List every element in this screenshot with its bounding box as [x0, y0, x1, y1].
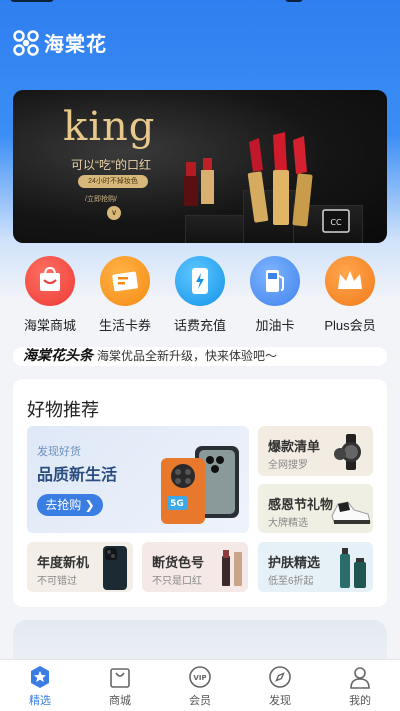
quick-label: 话费充值 — [173, 318, 226, 333]
svg-text:CC: CC — [330, 218, 342, 227]
card-title: 感恩节礼物 — [268, 497, 334, 512]
quick-label: Plus会员 — [324, 318, 376, 333]
bottom-tab-bar: 精选 商城 VIP 会员 发现 我的 — [0, 659, 400, 711]
cosmetics-image — [222, 550, 242, 586]
fuel-icon — [250, 256, 300, 306]
quick-recharge[interactable]: 话费充值 — [160, 256, 240, 334]
banner-tagline: 可以“吃”的口红 — [71, 158, 151, 172]
quick-fuel[interactable]: 加油卡 — [235, 256, 315, 334]
crown-icon — [325, 256, 375, 306]
card-title: 护肤精选 — [268, 555, 321, 570]
skincare-image — [340, 548, 366, 588]
bag-icon — [108, 665, 132, 689]
svg-text:VIP: VIP — [193, 674, 206, 682]
tab-label: 商城 — [109, 695, 131, 707]
quick-actions: 海棠商城 生活卡券 话费充值 加油卡 Plus会员 — [0, 256, 400, 336]
sneaker-image — [331, 501, 371, 524]
profile-icon — [348, 665, 372, 689]
tab-label: 发现 — [269, 695, 291, 707]
banner-headline: king — [63, 104, 156, 150]
card-sub: 大牌精选 — [268, 518, 308, 529]
iphone-image — [103, 546, 127, 590]
card-thanksgiving[interactable]: 感恩节礼物 大牌精选 — [258, 484, 373, 533]
news-brand: 海棠花头条 — [23, 348, 93, 364]
tab-member[interactable]: VIP 会员 — [160, 660, 240, 711]
quick-plus[interactable]: Plus会员 — [310, 256, 390, 334]
shopping-bag-icon — [25, 256, 75, 306]
tab-label: 精选 — [29, 695, 51, 707]
card-title: 断货色号 — [152, 555, 205, 570]
promo-banner[interactable]: king 可以“吃”的口红 24小时不掉妆色 /立即抢购/ ∨ CC — [13, 90, 387, 243]
quick-label: 海棠商城 — [23, 318, 76, 333]
phone-charge-icon — [175, 256, 225, 306]
app-logo: 海棠花 — [12, 28, 107, 57]
news-text: 海棠优品全新升级，快来体验吧～ — [97, 349, 278, 363]
section-title: 好物推荐 — [27, 400, 99, 420]
star-badge-icon — [28, 665, 52, 689]
card-new-phones[interactable]: 年度新机 不可错过 — [27, 542, 133, 592]
card-sub: 不可错过 — [37, 576, 77, 587]
card-hot-list[interactable]: 爆款清单 全网搜罗 — [258, 426, 373, 476]
app-name: 海棠花 — [44, 34, 107, 56]
quick-shop[interactable]: 海棠商城 — [10, 256, 90, 334]
vip-icon: VIP — [188, 665, 212, 689]
card-title: 爆款清单 — [268, 439, 321, 454]
card-sub: 低至6折起 — [268, 576, 314, 587]
buy-now-button[interactable]: 去抢购 ❯ — [37, 494, 103, 516]
lipstick-image: CC — [184, 132, 350, 233]
banner-pill: 24小时不掉妆色 — [78, 175, 148, 188]
feature-card[interactable]: 发现好货 品质新生活 去抢购 ❯ 5G — [27, 426, 249, 533]
card-sub: 不只是口红 — [152, 576, 202, 587]
feature-small: 发现好货 — [37, 446, 81, 458]
tab-featured[interactable]: 精选 — [0, 660, 80, 711]
status-bar — [0, 0, 400, 14]
tab-label: 会员 — [189, 695, 211, 707]
svg-text:5G: 5G — [170, 499, 184, 509]
quick-label: 生活卡券 — [98, 318, 151, 333]
ticket-icon — [100, 256, 150, 306]
compass-icon — [268, 665, 292, 689]
card-skincare[interactable]: 护肤精选 低至6折起 — [258, 542, 373, 592]
quick-label: 加油卡 — [255, 318, 295, 333]
tab-profile[interactable]: 我的 — [320, 660, 400, 711]
card-sub: 全网搜罗 — [268, 460, 308, 471]
tab-discover[interactable]: 发现 — [240, 660, 320, 711]
watch-image — [334, 434, 361, 470]
card-lipstick-shades[interactable]: 断货色号 不只是口红 — [142, 542, 248, 592]
tab-mall[interactable]: 商城 — [80, 660, 160, 711]
phone-image: 5G — [161, 446, 239, 524]
banner-arrow-icon: ∨ — [107, 206, 121, 220]
quick-coupons[interactable]: 生活卡券 — [85, 256, 165, 334]
banner-cta: /立即抢购/ — [85, 196, 117, 203]
logo-icon — [12, 29, 40, 57]
recommend-section: 好物推荐 发现好货 品质新生活 去抢购 ❯ 5G 爆款清单 全网搜罗 感恩节礼物… — [13, 379, 387, 607]
tab-label: 我的 — [349, 695, 371, 707]
card-title: 年度新机 — [37, 555, 90, 570]
news-ticker[interactable]: 海棠花头条 海棠优品全新升级，快来体验吧～ — [13, 347, 387, 366]
feature-big: 品质新生活 — [37, 467, 118, 484]
